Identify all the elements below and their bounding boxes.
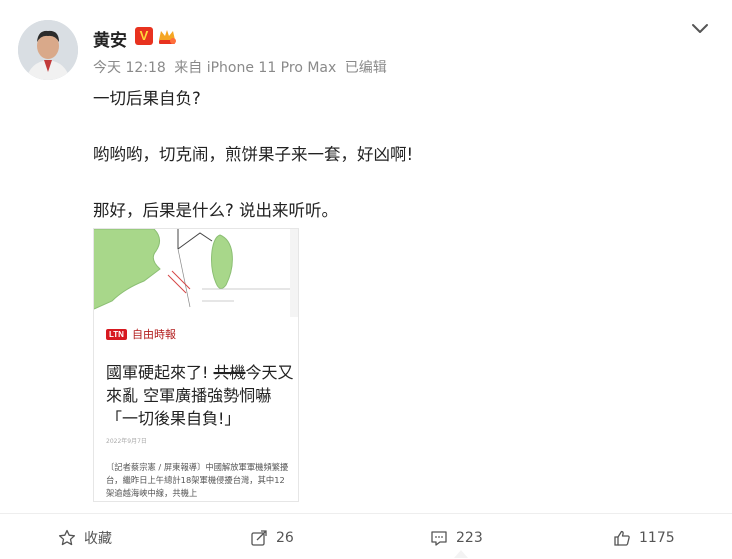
post-text-line: 一切后果自负? — [93, 89, 201, 108]
article-headline: 國軍硬起來了! 共機今天又來亂 空軍廣播強勢恫嚇「一切後果自負!」 — [106, 361, 296, 430]
avatar-image — [18, 20, 78, 80]
verified-badge-icon: V — [135, 27, 153, 45]
star-icon — [58, 529, 76, 546]
share-icon — [251, 530, 267, 546]
post-source: 来自 iPhone 11 Pro Max — [174, 60, 337, 76]
newspaper-name: 自由時報 — [131, 328, 176, 341]
favorite-label: 收藏 — [84, 531, 112, 547]
newspaper-logo: LTN 自由時報 — [106, 326, 176, 342]
comment-indicator — [454, 550, 468, 558]
comment-button[interactable]: 223 — [430, 528, 483, 548]
crown-badge-icon — [159, 30, 176, 44]
repost-count: 26 — [276, 530, 294, 546]
repost-button[interactable]: 26 — [250, 528, 294, 548]
chevron-down-icon[interactable] — [690, 18, 710, 38]
post-text-line: 那好，后果是什么? 说出来听听。 — [93, 201, 339, 220]
map-image — [94, 229, 298, 317]
like-count: 1175 — [639, 530, 675, 546]
like-button[interactable]: 1175 — [613, 528, 675, 548]
headline-part: 國軍硬起來了! — [106, 363, 214, 382]
thumbs-up-icon — [614, 530, 630, 546]
post-meta: 今天 12:18 来自 iPhone 11 Pro Max 已编辑 — [93, 57, 391, 77]
comment-count: 223 — [456, 530, 483, 546]
ltn-logo: LTN — [106, 328, 127, 340]
article-body: 〔記者蔡宗憲 / 屏東報導〕中國解放軍軍機頻繁擾台，繼昨日上午總計18架軍機侵擾… — [106, 462, 289, 498]
author-name[interactable]: 黄安 — [93, 26, 127, 51]
post-time[interactable]: 今天 12:18 — [93, 60, 166, 76]
article-date: 2022年9月7日 — [106, 438, 147, 445]
article-card[interactable]: LTN 自由時報 國軍硬起來了! 共機今天又來亂 空軍廣播強勢恫嚇「一切後果自負… — [93, 228, 299, 502]
favorite-button[interactable]: 收藏 — [58, 528, 112, 548]
avatar[interactable] — [18, 20, 78, 80]
divider — [0, 513, 732, 514]
post-text-line: 哟哟哟，切克闹，煎饼果子来一套，好凶啊! — [93, 145, 414, 164]
headline-strike: 共機 — [213, 363, 246, 382]
comment-icon — [431, 531, 447, 546]
edited-label[interactable]: 已编辑 — [345, 60, 387, 76]
